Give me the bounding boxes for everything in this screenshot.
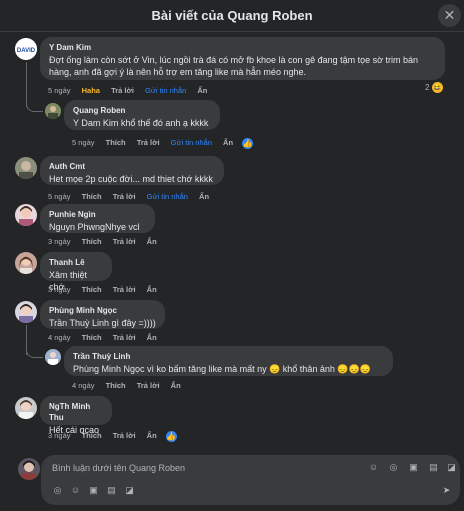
send-message-button[interactable]: Gửi tin nhắn — [145, 86, 186, 95]
comment-bubble: Y Dam Kim Đợt ống làm còn sớt ở Vin, lúc… — [40, 37, 445, 80]
send-message-button[interactable]: Gửi tin nhắn — [147, 192, 188, 201]
avatar[interactable] — [15, 301, 37, 323]
comment-time[interactable]: 4 ngày — [72, 381, 95, 390]
comment-actions: 5 ngày Thích Trả lời Gửi tin nhắn Ẩn — [48, 192, 218, 201]
avatar[interactable] — [45, 349, 61, 365]
close-icon[interactable]: ✕ — [438, 4, 461, 27]
comment-author[interactable]: Trần Thuỳ Linh — [73, 351, 384, 362]
emoji-icon[interactable]: ☺ — [70, 485, 81, 496]
hide-button[interactable]: Ẩn — [199, 192, 209, 201]
reply-button[interactable]: Trả lời — [137, 381, 160, 390]
comment-text: Phùng Minh Ngọc vì ko bấm tăng like mà m… — [73, 364, 371, 374]
hide-button[interactable]: Ẩn — [147, 333, 157, 342]
avatar[interactable] — [45, 103, 61, 119]
reply-button[interactable]: Trả lời — [113, 192, 136, 201]
comment-author[interactable]: Thanh Lê — [49, 257, 103, 268]
comment-time[interactable]: 3 ngày — [48, 285, 71, 294]
like-reaction-icon: 👍 — [165, 431, 177, 442]
comment-bubble: Auth Cmt Het mọe 2p cuộc đời... md thiet… — [40, 156, 224, 185]
post-modal: Bài viết của Quang Roben ✕ DAVID Y Dam K… — [0, 0, 464, 511]
comment-author[interactable]: Auth Cmt — [49, 161, 215, 172]
comment-time[interactable]: 3 ngày — [48, 237, 71, 246]
camera-icon[interactable]: ▣ — [408, 462, 419, 473]
like-button[interactable]: Thích — [82, 285, 102, 294]
reply-button[interactable]: Trả lời — [137, 138, 160, 147]
hide-button[interactable]: Ẩn — [147, 431, 157, 440]
comment-time[interactable]: 3 ngày — [48, 431, 71, 440]
modal-header: Bài viết của Quang Roben ✕ — [0, 0, 464, 32]
hide-button[interactable]: Ẩn — [147, 285, 157, 294]
haha-icon: 😆 — [431, 82, 443, 93]
comment-bubble: Thanh Lê Xâm thiệt chớ — [40, 252, 112, 292]
comment-author[interactable]: Quang Roben — [73, 105, 211, 116]
comment-input-placeholder: Bình luận dưới tên Quang Roben — [52, 463, 186, 473]
reply-button[interactable]: Trả lời — [113, 285, 136, 294]
comment-text: Nguyn PhwngNhye vcl — [49, 222, 140, 232]
svg-text:DAVID: DAVID — [17, 48, 36, 54]
comment-author[interactable]: Punhie Ngìn — [49, 209, 146, 220]
modal-title: Bài viết của Quang Roben — [151, 8, 313, 23]
comment-bubble: Punhie Ngìn Nguyn PhwngNhye vcl — [40, 204, 155, 233]
like-button[interactable]: Haha — [82, 86, 100, 95]
reply-button[interactable]: Trả lời — [113, 431, 136, 440]
comment-bubble: Phùng Minh Ngọc Trần Thuỳ Linh gì đây =)… — [40, 300, 165, 329]
comment-bubble: NgTh Minh Thu Hết cái qcao — [40, 396, 112, 435]
like-button[interactable]: Thích — [82, 333, 102, 342]
comment-actions: 4 ngày Thích Trả lời Ẩn — [48, 333, 166, 342]
sticker-icon[interactable]: ◪ — [124, 485, 135, 496]
thread-connector — [26, 342, 43, 358]
avatar[interactable] — [15, 252, 37, 274]
comment-time[interactable]: 5 ngày — [72, 138, 95, 147]
comment-author[interactable]: NgTh Minh Thu — [49, 401, 103, 423]
reaction-count: 2 — [425, 83, 430, 92]
avatar-sticker-icon[interactable]: ◎ — [388, 462, 399, 473]
emoji-icon[interactable]: ☺ — [368, 462, 379, 473]
comment-author[interactable]: Y Dam Kim — [49, 42, 436, 53]
avatar-sticker-icon[interactable]: ◎ — [52, 485, 63, 496]
comment-input[interactable]: Bình luận dưới tên Quang Roben ☺ ◎ ▣ ▤ ◪… — [41, 455, 460, 505]
hide-button[interactable]: Ẩn — [147, 237, 157, 246]
comment-actions: 5 ngày Haha Trả lời Gửi tin nhắn Ẩn — [48, 86, 216, 95]
comment-text: Het mọe 2p cuộc đời... md thiet chớ kkkk — [49, 174, 213, 184]
hide-button[interactable]: Ẩn — [197, 86, 207, 95]
like-button[interactable]: Thích — [82, 431, 102, 440]
comment-text: Y Dam Kim khổ thế đó anh ạ kkkk — [73, 118, 209, 128]
gif-icon[interactable]: ▤ — [428, 462, 439, 473]
thread-connector — [26, 96, 43, 112]
like-reaction-icon: 👍 — [242, 138, 254, 149]
comment-bubble: Trần Thuỳ Linh Phùng Minh Ngọc vì ko bấm… — [64, 346, 393, 376]
reaction-summary[interactable]: 2 😆 — [425, 82, 443, 93]
reply-button[interactable]: Trả lời — [111, 86, 134, 95]
comment-bubble: Quang Roben Y Dam Kim khổ thế đó anh ạ k… — [64, 100, 220, 130]
avatar[interactable] — [15, 157, 37, 179]
avatar[interactable] — [15, 204, 37, 226]
comment-text: Trần Thuỳ Linh gì đây =)))) — [49, 318, 156, 328]
comment-actions: 5 ngày Thích Trả lời Gửi tin nhắn Ẩn 👍 — [72, 138, 254, 149]
comment-time[interactable]: 4 ngày — [48, 333, 71, 342]
avatar[interactable] — [15, 397, 37, 419]
hide-button[interactable]: Ẩn — [223, 138, 233, 147]
like-button[interactable]: Thích — [106, 381, 126, 390]
avatar[interactable] — [18, 458, 40, 480]
camera-icon[interactable]: ▣ — [88, 485, 99, 496]
like-button[interactable]: Thích — [82, 192, 102, 201]
comment-actions: 4 ngày Thích Trả lời Ẩn — [72, 381, 190, 390]
comment-actions: 3 ngày Thích Trả lời Ẩn — [48, 237, 166, 246]
gif-icon[interactable]: ▤ — [106, 485, 117, 496]
like-button[interactable]: Thích — [82, 237, 102, 246]
comment-time[interactable]: 5 ngày — [48, 192, 71, 201]
comment-text: Đợt ống làm còn sớt ở Vin, lúc ngồi trà … — [49, 55, 419, 77]
sticker-icon[interactable]: ◪ — [446, 462, 457, 473]
comment-time[interactable]: 5 ngày — [48, 86, 71, 95]
comment-actions: 3 ngày Thích Trả lời Ẩn — [48, 285, 166, 294]
comment-actions: 3 ngày Thích Trả lời Ẩn 👍 — [48, 431, 177, 442]
hide-button[interactable]: Ẩn — [171, 381, 181, 390]
send-message-button[interactable]: Gửi tin nhắn — [171, 138, 212, 147]
reply-button[interactable]: Trả lời — [113, 237, 136, 246]
like-button[interactable]: Thích — [106, 138, 126, 147]
comment-author[interactable]: Phùng Minh Ngọc — [49, 305, 156, 316]
reply-button[interactable]: Trả lời — [113, 333, 136, 342]
send-icon[interactable]: ➤ — [441, 485, 452, 496]
avatar[interactable]: DAVID — [15, 38, 37, 60]
